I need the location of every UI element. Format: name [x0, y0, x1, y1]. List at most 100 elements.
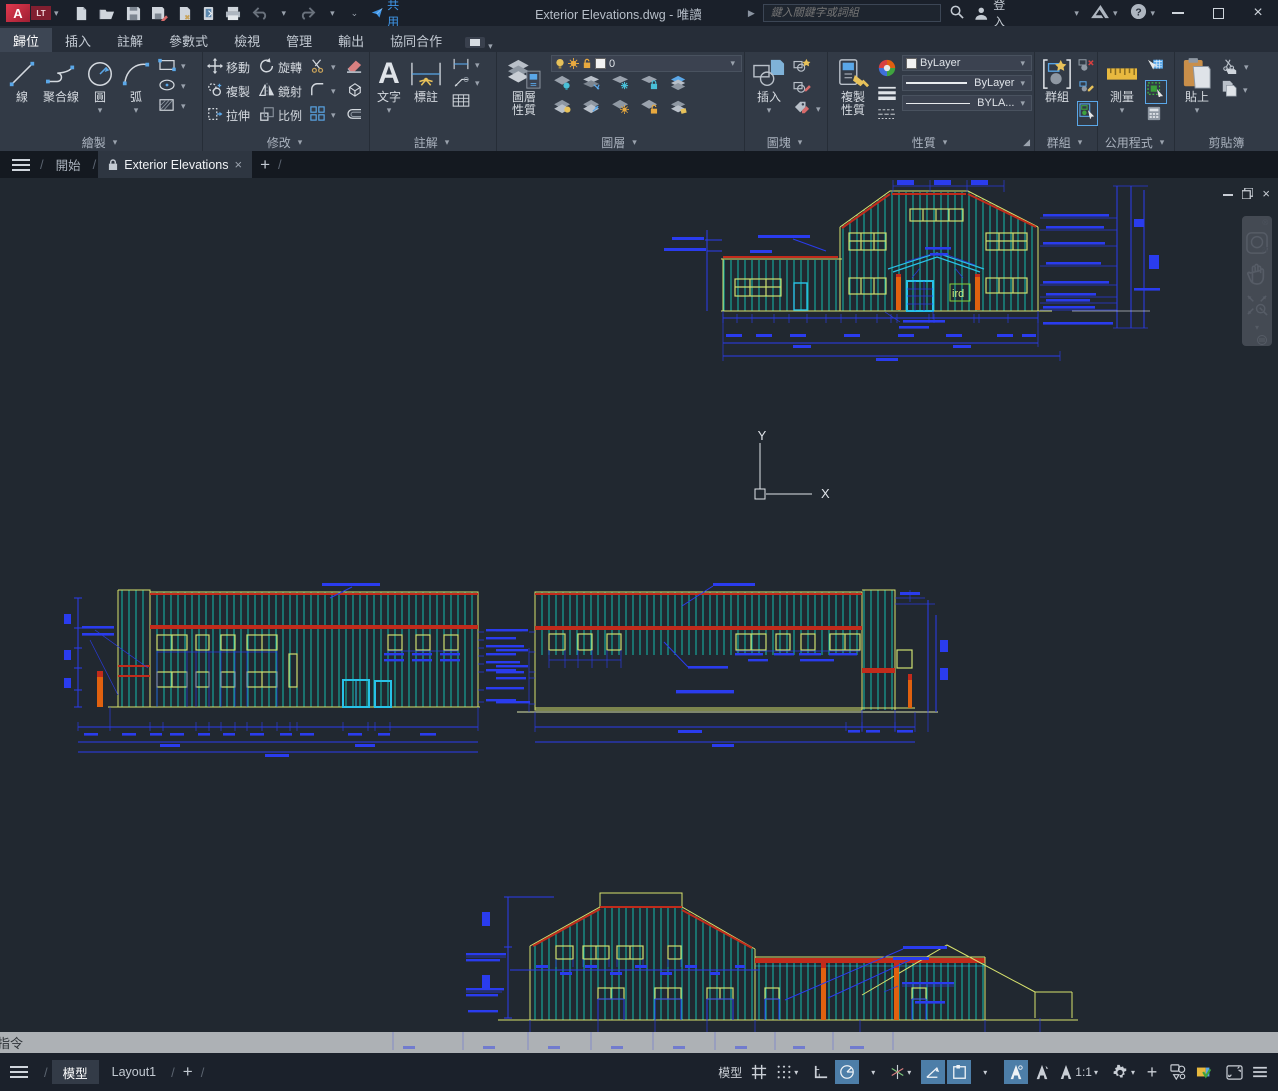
linetype-combo[interactable]: BYLA...▾: [902, 95, 1032, 111]
new-layout-button[interactable]: +: [183, 1062, 193, 1082]
help-caret[interactable]: ▾: [1150, 8, 1155, 19]
new-file-button[interactable]: [74, 6, 89, 21]
calculator-icon[interactable]: [1146, 106, 1166, 126]
hatch-icon[interactable]: [158, 98, 176, 115]
zoom-extents-icon[interactable]: [1246, 294, 1268, 321]
autodesk-caret[interactable]: ▾: [1113, 8, 1118, 19]
layer-select-combo[interactable]: 0 ▾: [551, 55, 742, 72]
circle-caret[interactable]: ▾: [98, 104, 103, 117]
stretch-icon[interactable]: [207, 106, 223, 125]
customization-button[interactable]: [1248, 1060, 1272, 1084]
edit-block-icon[interactable]: [793, 79, 811, 97]
paste-button[interactable]: 貼上 ▾: [1179, 55, 1215, 119]
array-icon[interactable]: [310, 106, 325, 124]
stretch-label[interactable]: 拉伸: [226, 107, 250, 124]
panel-label-clipboard[interactable]: 剪貼簿: [1175, 133, 1278, 151]
layout-tab-layout1[interactable]: Layout1: [101, 1060, 167, 1084]
rectangle-caret[interactable]: ▾: [181, 61, 186, 72]
cut-caret[interactable]: ▾: [1244, 62, 1249, 73]
panel-label-modify[interactable]: 修改▾: [203, 133, 369, 151]
isodraft-toggle[interactable]: ▾: [887, 1060, 914, 1084]
rotate-icon[interactable]: [259, 58, 275, 77]
quick-calc-select-icon[interactable]: [1146, 81, 1166, 103]
rectangle-icon[interactable]: [158, 58, 176, 75]
help-button[interactable]: ?: [1130, 3, 1147, 23]
line-button[interactable]: 線: [4, 55, 40, 106]
undo-button[interactable]: [251, 6, 269, 20]
lineweight-icon[interactable]: [877, 86, 897, 105]
qat-customize-caret[interactable]: ⌄: [351, 8, 359, 19]
group-selection-toggle[interactable]: [1078, 102, 1097, 125]
layer-on-sun-icon[interactable]: [611, 99, 631, 120]
panel-label-properties[interactable]: 性質▾ ◢: [828, 133, 1034, 151]
ribbon-tab-parametric[interactable]: 參數式: [156, 28, 221, 52]
ribbon-tab-insert[interactable]: 插入: [52, 28, 104, 52]
table-icon[interactable]: [452, 94, 470, 110]
maximize-button[interactable]: [1198, 0, 1238, 26]
object-snap-toggle[interactable]: [947, 1060, 971, 1084]
save-button[interactable]: [126, 6, 141, 21]
signin-caret[interactable]: ▾: [1074, 8, 1079, 19]
scale-label[interactable]: 比例: [278, 107, 302, 124]
command-line[interactable]: 指令: [0, 1032, 1278, 1053]
trim-icon[interactable]: [310, 58, 325, 76]
graphics-performance-button[interactable]: [1192, 1060, 1216, 1084]
panel-label-layers[interactable]: 圖層▾: [497, 133, 744, 151]
measure-button[interactable]: 測量 ▾: [1102, 55, 1142, 119]
annotation-autoscale-toggle[interactable]: [1030, 1060, 1054, 1084]
ribbon-tab-home[interactable]: 歸位: [0, 28, 52, 52]
scale-icon[interactable]: [259, 106, 275, 125]
ribbon-collapse-caret[interactable]: ▾: [488, 41, 493, 52]
create-block-icon[interactable]: [793, 58, 811, 76]
leader-icon[interactable]: [452, 76, 470, 91]
ribbon-tab-view[interactable]: 檢視: [221, 28, 273, 52]
layer-freeze-icon[interactable]: [611, 75, 631, 96]
attribute-caret[interactable]: ▾: [816, 104, 821, 115]
pan-hand-icon[interactable]: [1247, 263, 1267, 290]
circle-button[interactable]: 圓 ▾: [82, 55, 118, 119]
lineweight-combo-caret[interactable]: ▾: [1020, 78, 1025, 89]
redo-history-caret[interactable]: ▾: [330, 8, 335, 19]
copy-icon[interactable]: [207, 82, 223, 101]
file-tab-exterior-elevations[interactable]: Exterior Elevations ×: [98, 151, 252, 178]
drawing-area[interactable]: .yl{stroke:#d8e26d;fill:none;stroke-widt…: [0, 178, 1278, 1032]
panel-label-block[interactable]: 圖塊▾: [745, 133, 827, 151]
workspace-switching-button[interactable]: ▾: [1109, 1060, 1138, 1084]
lineweight-combo[interactable]: ByLayer▾: [902, 75, 1032, 91]
copy-clip-caret[interactable]: ▾: [1243, 85, 1248, 96]
quick-select-icon[interactable]: [1146, 58, 1166, 78]
undo-history-caret[interactable]: ▾: [282, 8, 287, 19]
copy-clip-icon[interactable]: [1221, 80, 1238, 100]
hatch-caret[interactable]: ▾: [181, 101, 186, 112]
chevron-down-icon[interactable]: ▾: [54, 8, 59, 19]
ribbon-tab-output[interactable]: 輸出: [325, 28, 377, 52]
doc-minimize-button[interactable]: [1223, 188, 1233, 202]
open-file-button[interactable]: [99, 6, 116, 21]
rotate-label[interactable]: 旋轉: [278, 59, 302, 76]
text-button[interactable]: A 文字 ▾: [374, 55, 404, 119]
layer-prev-icon[interactable]: [582, 99, 602, 120]
layer-lock-icon[interactable]: [640, 75, 660, 96]
layer-make-current-icon[interactable]: [553, 99, 573, 120]
search-input[interactable]: [769, 6, 935, 20]
move-label[interactable]: 移動: [226, 59, 250, 76]
snap-toggle[interactable]: ▾: [773, 1060, 801, 1084]
color-combo-caret[interactable]: ▾: [1020, 58, 1025, 69]
group-button[interactable]: 群組: [1039, 55, 1075, 106]
panel-label-draw[interactable]: 繪製▾: [0, 133, 202, 151]
layer-unlock2-icon[interactable]: [640, 99, 660, 120]
doc-close-button[interactable]: ×: [1262, 188, 1270, 202]
minimize-button[interactable]: [1158, 0, 1198, 26]
panel-label-annotate[interactable]: 註解▾: [370, 133, 496, 151]
layer-match-icon[interactable]: [669, 75, 689, 96]
plus-tool-button[interactable]: +: [1140, 1060, 1164, 1084]
isolate-objects-button[interactable]: [1166, 1060, 1190, 1084]
mirror-label[interactable]: 鏡射: [278, 83, 302, 100]
edit-attribute-icon[interactable]: [793, 100, 811, 118]
paste-caret[interactable]: ▾: [1195, 104, 1200, 117]
model-space-toggle[interactable]: 模型: [715, 1060, 745, 1084]
layout-menu-button[interactable]: [10, 1066, 28, 1078]
mirror-icon[interactable]: [259, 82, 275, 101]
file-tab-start[interactable]: 開始: [46, 151, 91, 178]
fillet-icon[interactable]: [310, 82, 325, 100]
